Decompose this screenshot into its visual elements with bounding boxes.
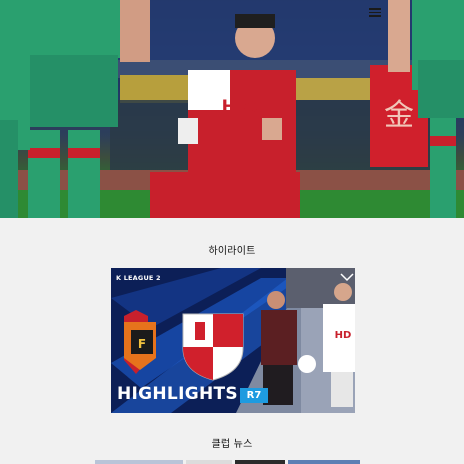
news-card-4[interactable] <box>288 460 360 464</box>
highlights-headline: HIGHLIGHTS <box>117 384 238 404</box>
jersey-text: HDC <box>222 97 263 117</box>
hamburger-menu-icon[interactable] <box>369 8 381 18</box>
hero-scene: 金 HDC <box>0 0 464 218</box>
news-card-2[interactable] <box>186 460 232 464</box>
video-jersey-text: HD <box>335 330 352 341</box>
banner-text: 金 <box>384 98 414 133</box>
highlight-video-thumbnail[interactable]: HD F K LEAGUE 2 HIGHLIGHTS R7 <box>111 268 355 413</box>
home-crest-mark: F <box>138 337 146 351</box>
league-badge: K LEAGUE 2 <box>116 274 161 282</box>
news-card-1[interactable] <box>95 460 183 464</box>
hero-photo: 金 HDC <box>0 0 464 218</box>
club-news-section-title: 클럽 뉴스 <box>211 439 253 450</box>
highlight-section-title: 하이라이트 <box>208 246 256 257</box>
news-card-3[interactable] <box>235 460 285 464</box>
round-badge: R7 <box>240 388 268 403</box>
